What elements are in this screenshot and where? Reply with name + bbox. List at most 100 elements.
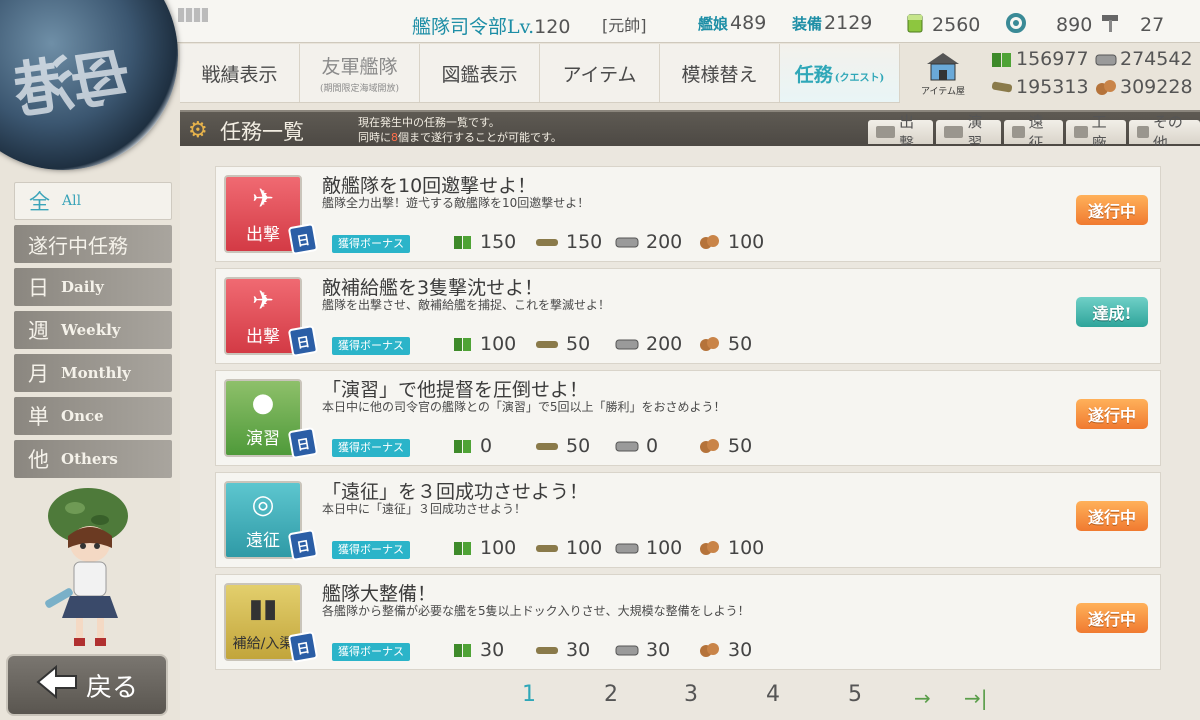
daily-badge-icon: 日	[287, 222, 319, 256]
port-logo-text: 母港	[14, 41, 136, 127]
filter-once[interactable]: 単 Once	[14, 397, 172, 435]
status-in-progress[interactable]: 遂行中	[1076, 603, 1148, 633]
quest-description: 現在発生中の任務一覧です。 同時に8個まで遂行することが可能です。	[358, 116, 562, 144]
cat-tab-arsenal[interactable]: 工廠	[1065, 113, 1126, 152]
ammo-icon	[536, 647, 558, 654]
quest-row[interactable]: ✈ 出撃 日 敵補給艦を3隻撃沈せよ！ 艦隊を出撃させ、敵補給艦を捕捉、これを撃滅…	[215, 268, 1161, 364]
steel-icon	[615, 237, 639, 248]
gear-icon: ⚙	[188, 118, 208, 143]
cat-tab-expedition[interactable]: 遠征	[1004, 113, 1063, 152]
reward-steel: 200	[614, 231, 682, 253]
cat-tab-others[interactable]: その他	[1128, 113, 1200, 152]
pagination: 1 2 3 4 5 → →|	[510, 682, 1030, 712]
page-1[interactable]: 1	[522, 682, 536, 707]
daily-badge-icon: 日	[287, 528, 319, 562]
daily-badge-icon: 日	[287, 426, 319, 460]
page-title: 任務一覧	[220, 120, 304, 144]
fuel-icon	[454, 440, 471, 453]
page-4[interactable]: 4	[766, 682, 780, 707]
character-face-icon: ●	[251, 387, 275, 418]
cat-tab-exercise[interactable]: 演習	[936, 113, 1002, 152]
page-3[interactable]: 3	[684, 682, 698, 707]
filter-weekly[interactable]: 週 Weekly	[14, 311, 172, 349]
wrench-icon	[1073, 126, 1088, 138]
compass-icon	[1012, 126, 1025, 138]
filter-others[interactable]: 他 Others	[14, 440, 172, 478]
quest-desc: 本日中に他の司令官の艦隊との「演習」で5回以上「勝利」をおさめよう！	[322, 400, 726, 414]
status-in-progress[interactable]: 遂行中	[1076, 399, 1148, 429]
reward-fuel: 0	[452, 435, 492, 457]
nav-library[interactable]: 図鑑表示	[420, 44, 540, 102]
quest-row[interactable]: ◎ 遠征 日 「遠征」を３回成功させよう！ 本日中に「遠征」３回成功させよう！ 獲…	[215, 472, 1161, 568]
steel-icon	[615, 543, 639, 554]
fuel-icon	[454, 542, 471, 555]
last-page-arrow-icon[interactable]: →|	[964, 686, 988, 710]
filter-in-progress[interactable]: 遂行中任務	[14, 225, 172, 263]
document-icon	[1136, 126, 1149, 138]
quest-row[interactable]: ▮▮ 補給/入渠 日 艦隊大整備！ 各艦隊から整備が必要な艦を5隻以上ドック入りさ…	[215, 574, 1161, 670]
bauxite-icon	[700, 541, 719, 555]
reward-bauxite: 100	[698, 231, 764, 253]
quest-desc: 各艦隊から整備が必要な艦を5隻以上ドック入りさせ、大規模な整備をしよう！	[322, 604, 750, 618]
category-tabs: 出撃 演習 遠征 工廠 その他	[868, 113, 1200, 152]
quest-row[interactable]: ✈ 出撃 日 敵艦隊を10回邀撃せよ！ 艦隊全力出撃！遊弋する敵艦隊を10回邀撃せ…	[215, 166, 1161, 262]
status-in-progress[interactable]: 遂行中	[1076, 501, 1148, 531]
steel-resource: 274542	[1094, 48, 1193, 70]
devmat-icon	[1004, 12, 1028, 39]
nav-remodel[interactable]: 模様替え	[660, 44, 780, 102]
nav-item[interactable]: アイテム	[540, 44, 660, 102]
ship-count: 艦娘 489	[698, 12, 767, 34]
hq-level: 艦隊司令部Lv.120	[412, 16, 571, 38]
equip-count: 装備 2129	[792, 12, 873, 34]
fuel-icon	[454, 338, 471, 351]
status-complete[interactable]: 達成!	[1076, 297, 1148, 327]
plane-icon: ✈	[252, 183, 274, 214]
quest-row[interactable]: ● 演習 日 「演習」で他提督を圧倒せよ！ 本日中に他の司令官の艦隊との「演習」で…	[215, 370, 1161, 466]
steel-icon	[615, 645, 639, 656]
resource-panel: 156977 274542 195313 309228	[988, 48, 1200, 102]
page-2[interactable]: 2	[604, 682, 618, 707]
ship-icon	[876, 126, 896, 138]
bauxite-resource: 309228	[1094, 76, 1193, 98]
quest-desc: 本日中に「遠征」３回成功させよう！	[322, 502, 527, 516]
page-5[interactable]: 5	[848, 682, 862, 707]
fuel-icon	[454, 236, 471, 249]
reward-bauxite: 100	[698, 537, 764, 559]
port-logo[interactable]: 母港	[0, 0, 178, 170]
nav-friend-fleet[interactable]: 友軍艦隊 (期間限定海域開放)	[300, 44, 420, 102]
reward-fuel: 30	[452, 639, 504, 661]
screw-count: 27	[1098, 12, 1164, 39]
next-page-arrow-icon[interactable]: →	[914, 686, 931, 710]
compass-icon: ◎	[251, 489, 275, 520]
item-shop-button[interactable]: アイテム屋	[902, 44, 984, 102]
steel-icon	[1095, 54, 1117, 66]
filter-daily[interactable]: 日 Daily	[14, 268, 172, 306]
reward-ammo: 150	[534, 231, 602, 253]
bonus-label: 獲得ボーナス	[332, 337, 410, 355]
reward-steel: 0	[614, 435, 658, 457]
cat-tab-sortie[interactable]: 出撃	[868, 113, 934, 152]
reward-steel: 100	[614, 537, 682, 559]
ammo-icon	[536, 239, 558, 246]
rank-label: [元帥]	[602, 16, 647, 35]
bauxite-icon	[700, 337, 719, 351]
player-name-redacted	[178, 8, 208, 22]
reward-fuel: 100	[452, 333, 516, 355]
nav-record[interactable]: 戦績表示	[180, 44, 300, 102]
nav-quest[interactable]: 任務 (クエスト)	[780, 44, 900, 102]
bucket-count: 2560	[904, 12, 980, 39]
quest-title-strip: ⚙ 任務一覧 現在発生中の任務一覧です。 同時に8個まで遂行することが可能です。…	[180, 110, 1200, 152]
status-in-progress[interactable]: 遂行中	[1076, 195, 1148, 225]
fuel-resource: 156977	[990, 48, 1089, 70]
plane-icon: ✈	[252, 285, 274, 316]
back-button[interactable]: 戻る	[6, 654, 168, 716]
filter-monthly[interactable]: 月 Monthly	[14, 354, 172, 392]
reward-steel: 200	[614, 333, 682, 355]
reward-steel: 30	[614, 639, 670, 661]
main-nav: 戦績表示 友軍艦隊 (期間限定海域開放) 図鑑表示 アイテム 模様替え 任務 (クエ…	[180, 44, 900, 103]
back-arrow-icon	[36, 664, 78, 707]
filter-all[interactable]: 全 All	[14, 182, 172, 220]
reward-bauxite: 50	[698, 435, 752, 457]
fuel-icon	[454, 644, 471, 657]
shop-icon	[923, 50, 963, 84]
